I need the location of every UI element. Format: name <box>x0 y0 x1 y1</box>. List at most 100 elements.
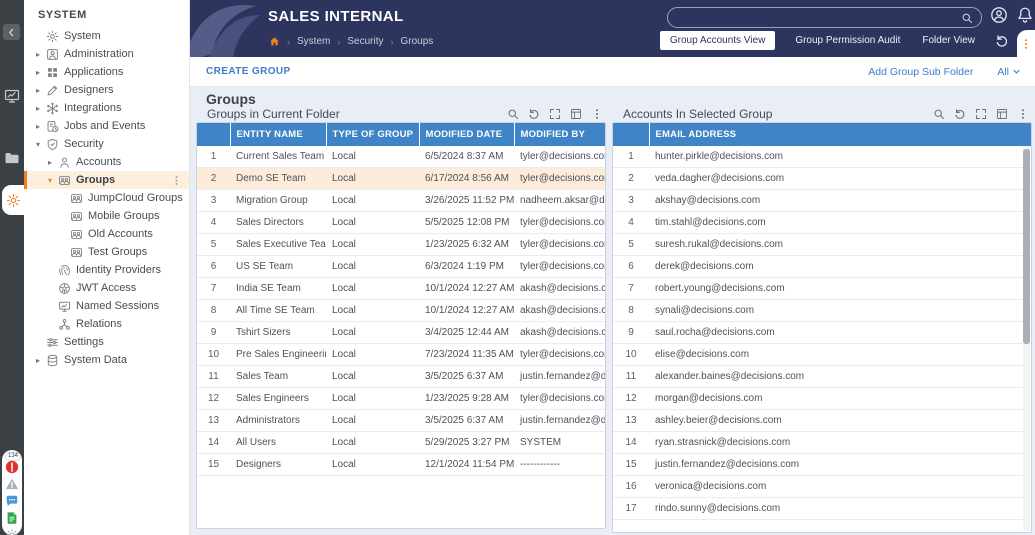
sidebar-item-identity-providers[interactable]: Identity Providers <box>24 261 189 279</box>
table-row[interactable]: 5Sales Executive TeamLocal1/23/2025 6:32… <box>197 234 605 256</box>
sidebar-item-security[interactable]: ▾Security <box>24 135 189 153</box>
sidebar-item-jobs-and-events[interactable]: ▸Jobs and Events <box>24 117 189 135</box>
table-row[interactable]: 9saul.rocha@decisions.com <box>613 322 1031 344</box>
kebab-icon[interactable] <box>1017 108 1029 120</box>
column-header-modified-by[interactable]: MODIFIED BY <box>514 123 605 146</box>
refresh-icon[interactable] <box>954 108 966 120</box>
table-row[interactable]: 15DesignersLocal12/1/2024 11:54 PM------… <box>197 454 605 476</box>
sidebar-item-relations[interactable]: Relations <box>24 315 189 333</box>
table-row[interactable]: 1hunter.pirkle@decisions.com <box>613 146 1031 168</box>
column-header-modified-date[interactable]: MODIFIED DATE <box>419 123 514 146</box>
sidebar-item-jwt-access[interactable]: JWT Access <box>24 279 189 297</box>
table-row[interactable]: 6derek@decisions.com <box>613 256 1031 278</box>
group-permission-audit-button[interactable]: Group Permission Audit <box>793 32 902 49</box>
open-report-icon[interactable] <box>570 108 582 120</box>
group-accounts-view-button[interactable]: Group Accounts View <box>660 31 775 50</box>
page-menu-icon[interactable] <box>1020 38 1032 50</box>
chat-icon[interactable] <box>5 494 19 508</box>
table-row[interactable]: 8synali@decisions.com <box>613 300 1031 322</box>
table-row[interactable]: 11Sales TeamLocal3/5/2025 6:37 AMjustin.… <box>197 366 605 388</box>
breadcrumb-groups[interactable]: Groups <box>400 36 433 47</box>
table-row[interactable]: 3Migration GroupLocal3/26/2025 11:52 PMn… <box>197 190 605 212</box>
sidebar-item-applications[interactable]: ▸Applications <box>24 63 189 81</box>
tree-arrow-icon[interactable]: ▸ <box>45 158 55 167</box>
table-row[interactable]: 6US SE TeamLocal6/3/2024 1:19 PMtyler@de… <box>197 256 605 278</box>
dashboard-icon[interactable] <box>4 88 20 104</box>
create-group-button[interactable]: CREATE GROUP <box>206 66 291 77</box>
item-menu-icon[interactable] <box>171 175 182 186</box>
table-row[interactable]: 10elise@decisions.com <box>613 344 1031 366</box>
sidebar-item-old-accounts[interactable]: Old Accounts <box>24 225 189 243</box>
refresh-icon[interactable] <box>528 108 540 120</box>
open-report-icon[interactable] <box>996 108 1008 120</box>
accounts-scrollbar[interactable] <box>1023 146 1030 531</box>
sidebar-item-named-sessions[interactable]: Named Sessions <box>24 297 189 315</box>
table-row[interactable]: 1Current Sales TeamLocal6/5/2024 8:37 AM… <box>197 146 605 168</box>
home-icon[interactable] <box>269 36 280 47</box>
column-header-entity-name[interactable]: ENTITY NAME <box>230 123 326 146</box>
sidebar-item-groups[interactable]: ▾Groups <box>24 171 189 189</box>
notifications-icon[interactable] <box>1016 6 1034 24</box>
search-icon[interactable] <box>507 108 519 120</box>
breadcrumb-security[interactable]: Security <box>347 36 383 47</box>
search-icon[interactable] <box>933 108 945 120</box>
table-row[interactable]: 15justin.fernandez@decisions.com <box>613 454 1031 476</box>
settings-tab[interactable] <box>2 185 24 215</box>
table-row[interactable]: 12morgan@decisions.com <box>613 388 1031 410</box>
sidebar-item-system[interactable]: System <box>24 27 189 45</box>
tree-arrow-icon[interactable]: ▸ <box>33 86 43 95</box>
sidebar-item-designers[interactable]: ▸Designers <box>24 81 189 99</box>
table-row[interactable]: 2Demo SE TeamLocal6/17/2024 8:56 AMtyler… <box>197 168 605 190</box>
collapse-sidebar-button[interactable] <box>3 24 20 40</box>
sidebar-item-integrations[interactable]: ▸Integrations <box>24 99 189 117</box>
table-row[interactable]: 4Sales DirectorsLocal5/5/2025 12:08 PMty… <box>197 212 605 234</box>
search-icon[interactable] <box>961 12 973 24</box>
alert-icon[interactable] <box>5 460 19 474</box>
sidebar-item-settings[interactable]: Settings <box>24 333 189 351</box>
expand-icon[interactable] <box>975 108 987 120</box>
add-group-sub-folder-button[interactable]: Add Group Sub Folder <box>868 66 973 78</box>
search-input[interactable] <box>676 12 961 24</box>
sidebar-item-administration[interactable]: ▸Administration <box>24 45 189 63</box>
sidebar-item-mobile-groups[interactable]: Mobile Groups <box>24 207 189 225</box>
table-row[interactable]: 10Pre Sales Engineering ...Local7/23/202… <box>197 344 605 366</box>
tree-arrow-icon[interactable]: ▸ <box>33 356 43 365</box>
table-row[interactable]: 8All Time SE TeamLocal10/1/2024 12:27 AM… <box>197 300 605 322</box>
sidebar-item-jumpcloud-groups[interactable]: JumpCloud Groups <box>24 189 189 207</box>
breadcrumb-system[interactable]: System <box>297 36 330 47</box>
table-row[interactable]: 13AdministratorsLocal3/5/2025 6:37 AMjus… <box>197 410 605 432</box>
refresh-icon[interactable] <box>995 34 1009 48</box>
table-row[interactable]: 13ashley.beier@decisions.com <box>613 410 1031 432</box>
table-row[interactable]: 17rindo.sunny@decisions.com <box>613 498 1031 520</box>
scrollbar-thumb[interactable] <box>1023 149 1030 344</box>
kebab-icon[interactable] <box>591 108 603 120</box>
folders-icon[interactable] <box>4 150 20 166</box>
column-header-type-of-group[interactable]: TYPE OF GROUP <box>326 123 419 146</box>
sidebar-item-system-data[interactable]: ▸System Data <box>24 351 189 369</box>
table-row[interactable]: 7India SE TeamLocal10/1/2024 12:27 AMaka… <box>197 278 605 300</box>
sidebar-item-accounts[interactable]: ▸Accounts <box>24 153 189 171</box>
table-row[interactable]: 12Sales EngineersLocal1/23/2025 9:28 AMt… <box>197 388 605 410</box>
gear-icon[interactable] <box>5 528 19 535</box>
table-row[interactable]: 7robert.young@decisions.com <box>613 278 1031 300</box>
sidebar-item-test-groups[interactable]: Test Groups <box>24 243 189 261</box>
table-row[interactable]: 2veda.dagher@decisions.com <box>613 168 1031 190</box>
tree-arrow-icon[interactable]: ▸ <box>33 68 43 77</box>
column-header-email-address[interactable]: EMAIL ADDRESS <box>649 123 1031 146</box>
table-row[interactable]: 5suresh.rukal@decisions.com <box>613 234 1031 256</box>
table-row[interactable]: 16veronica@decisions.com <box>613 476 1031 498</box>
table-row[interactable]: 3akshay@decisions.com <box>613 190 1031 212</box>
tree-arrow-icon[interactable]: ▾ <box>33 140 43 149</box>
tree-arrow-icon[interactable]: ▸ <box>33 122 43 131</box>
warning-icon[interactable] <box>5 477 19 491</box>
table-row[interactable]: 11alexander.baines@decisions.com <box>613 366 1031 388</box>
folder-view-button[interactable]: Folder View <box>920 32 977 49</box>
table-row[interactable]: 9Tshirt SizersLocal3/4/2025 12:44 AMakas… <box>197 322 605 344</box>
expand-icon[interactable] <box>549 108 561 120</box>
table-row[interactable]: 14All UsersLocal5/29/2025 3:27 PMSYSTEM <box>197 432 605 454</box>
table-row[interactable]: 4tim.stahl@decisions.com <box>613 212 1031 234</box>
table-row[interactable]: 14ryan.strasnick@decisions.com <box>613 432 1031 454</box>
tree-arrow-icon[interactable]: ▸ <box>33 104 43 113</box>
document-icon[interactable] <box>5 511 19 525</box>
profile-icon[interactable] <box>990 6 1008 24</box>
